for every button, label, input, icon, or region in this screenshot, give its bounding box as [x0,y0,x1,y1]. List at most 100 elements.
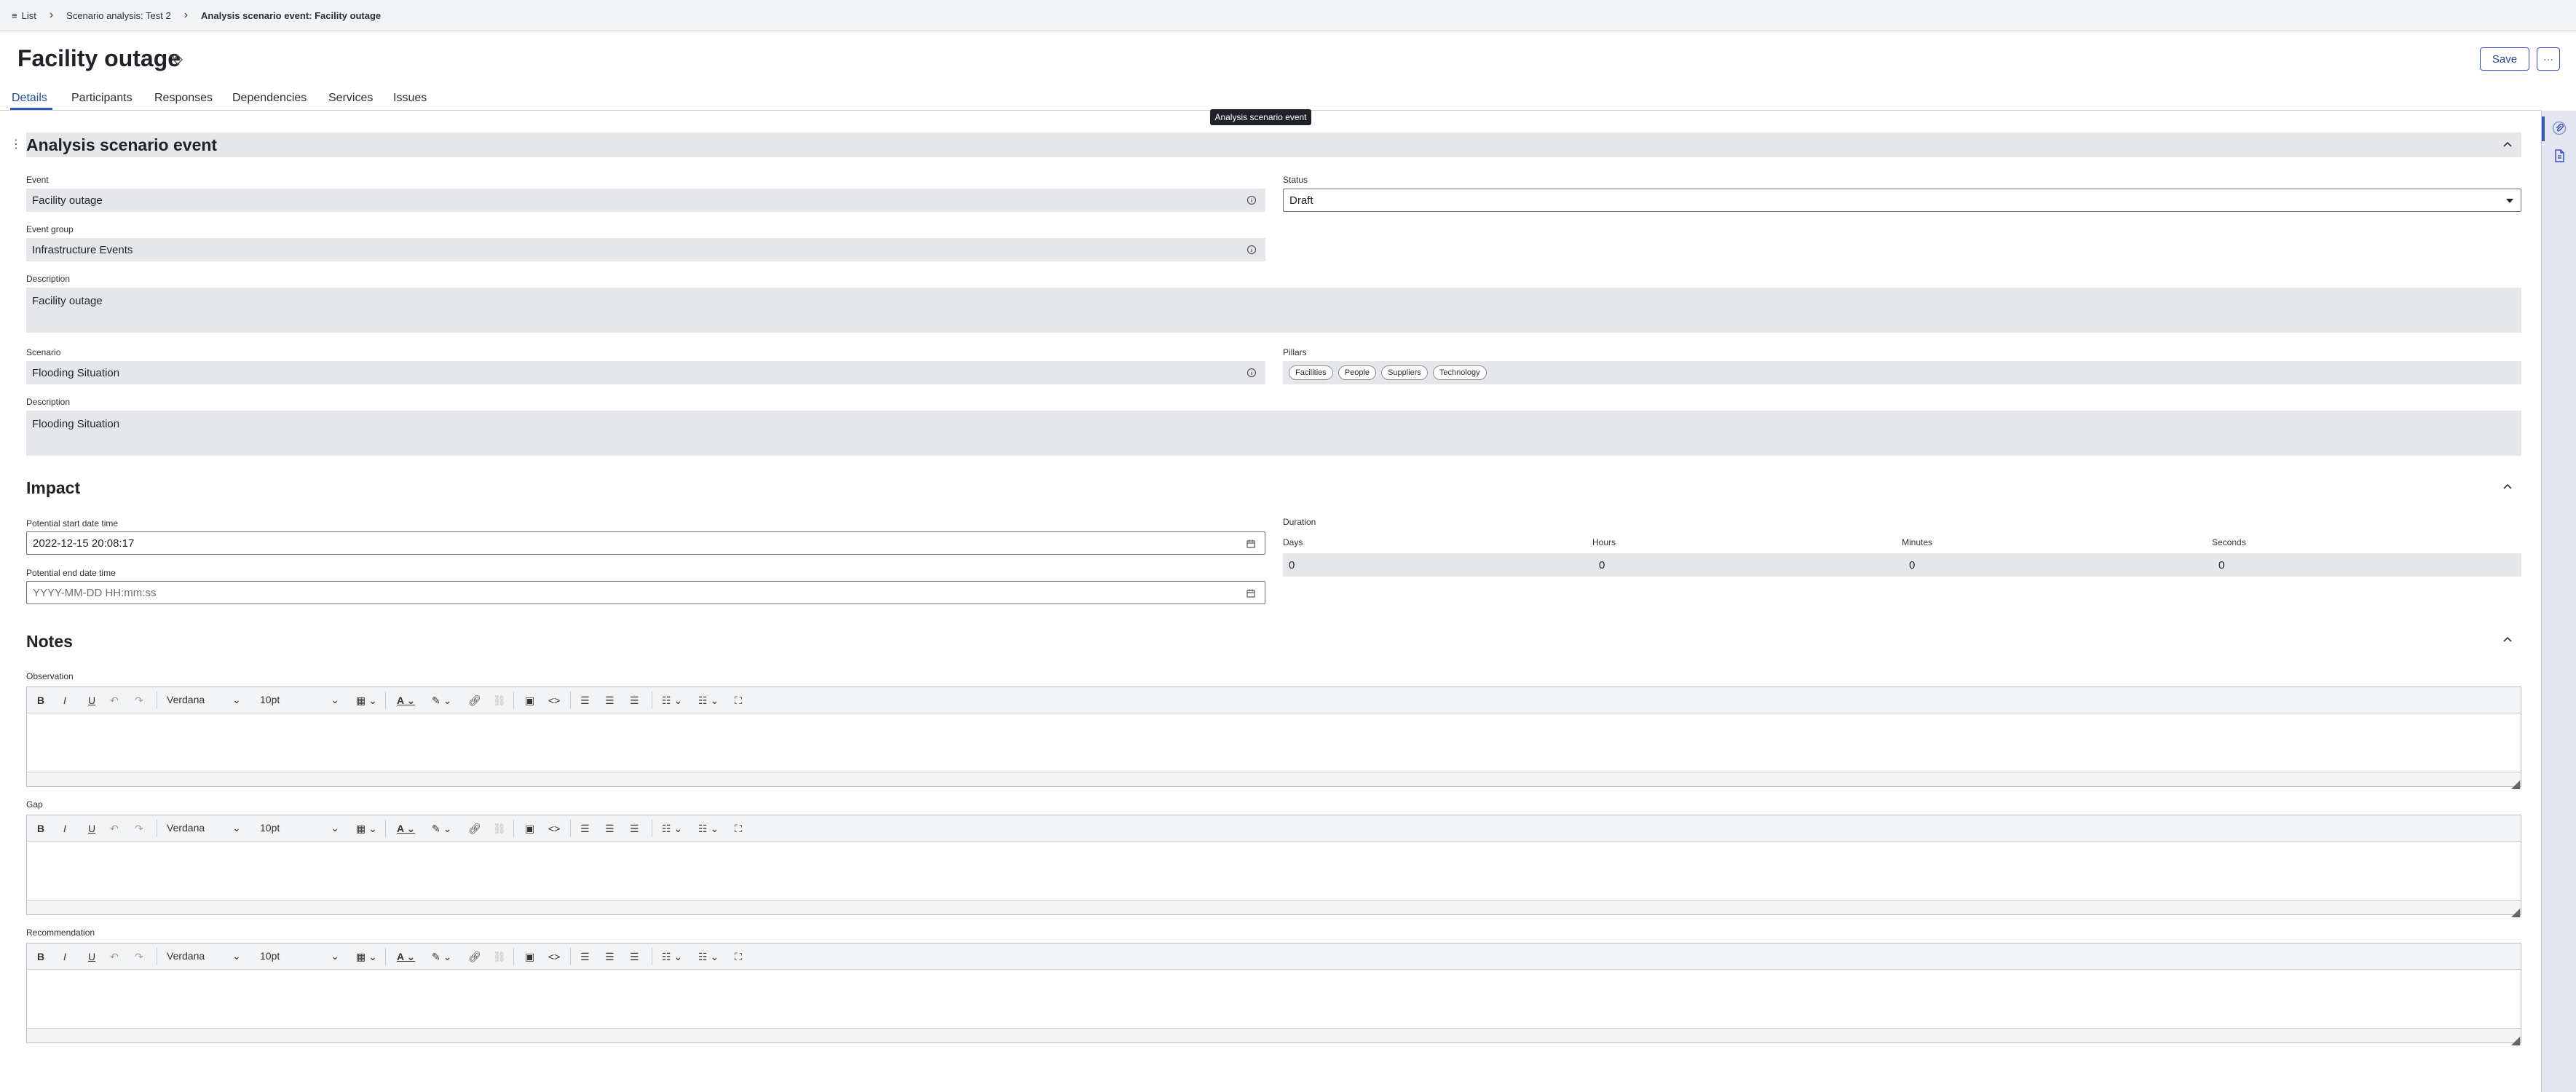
tab-dependencies[interactable]: Dependencies [232,92,307,105]
image-icon[interactable]: ▣ [525,821,534,836]
code-icon[interactable]: <> [548,949,560,964]
fullscreen-icon[interactable]: ⛶ [735,821,742,836]
undo-icon[interactable]: ↶ [110,949,119,964]
resize-handle-icon[interactable]: ◢ [2511,777,2520,791]
bullet-list-icon[interactable]: ☷ ⌄ [662,693,682,708]
calendar-icon[interactable] [1246,588,1256,598]
scenario-description-field[interactable]: Flooding Situation [26,411,2521,456]
font-family-select[interactable]: Verdana ⌄ [167,822,241,834]
underline-icon[interactable]: U [88,949,95,964]
days-field[interactable]: 0 [1283,553,1593,577]
undo-icon[interactable]: ↶ [110,821,119,836]
event-field[interactable]: Facility outage [26,189,1265,212]
highlight-color-icon[interactable]: ✎ ⌄ [432,693,451,708]
italic-icon[interactable]: I [63,821,66,836]
font-size-select[interactable]: 10pt ⌄ [260,950,339,962]
font-size-select[interactable]: 10pt ⌄ [260,694,339,706]
font-size-select[interactable]: 10pt ⌄ [260,822,339,834]
tag-icon[interactable] [172,54,183,66]
table-icon[interactable]: ▦ ⌄ [356,949,377,964]
drag-handle-icon[interactable]: ⋮ [10,137,22,151]
redo-icon[interactable]: ↷ [135,693,143,708]
unlink-icon[interactable]: ⛓︎ [493,693,506,708]
bullet-list-icon[interactable]: ☷ ⌄ [662,949,682,964]
numbered-list-icon[interactable]: ☷ ⌄ [698,693,719,708]
align-left-icon[interactable]: ☰ [580,693,590,708]
underline-icon[interactable]: U [88,693,95,708]
redo-icon[interactable]: ↷ [135,821,143,836]
breadcrumb-list-link[interactable]: ≡ List [12,10,36,21]
code-icon[interactable]: <> [548,821,560,836]
highlight-color-icon[interactable]: ✎ ⌄ [432,821,451,836]
pillar-chip[interactable]: Suppliers [1381,365,1428,380]
tab-issues[interactable]: Issues [393,92,427,105]
more-actions-button[interactable]: ··· [2537,47,2560,71]
info-icon[interactable] [1246,368,1257,378]
pillar-chip[interactable]: Technology [1432,365,1487,380]
status-select[interactable]: Draft [1283,189,2521,212]
align-left-icon[interactable]: ☰ [580,821,590,836]
fullscreen-icon[interactable]: ⛶ [735,949,742,964]
section-header-event[interactable] [26,132,2521,157]
minutes-field[interactable]: 0 [1903,553,2213,577]
redo-icon[interactable]: ↷ [135,949,143,964]
italic-icon[interactable]: I [63,949,66,964]
align-right-icon[interactable]: ☰ [630,949,639,964]
image-icon[interactable]: ▣ [525,949,534,964]
align-right-icon[interactable]: ☰ [630,821,639,836]
description-field[interactable]: Facility outage [26,288,2521,333]
text-color-icon[interactable]: A ⌄ [397,949,415,964]
code-icon[interactable]: <> [548,693,560,708]
link-icon[interactable]: 🔗︎ [468,949,481,964]
tab-services[interactable]: Services [328,92,373,105]
pillar-chip[interactable]: People [1338,365,1377,380]
document-icon[interactable] [2552,149,2567,163]
chevron-up-icon[interactable] [2502,481,2513,493]
editor-content[interactable] [27,713,2521,773]
tab-responses[interactable]: Responses [154,92,213,105]
align-center-icon[interactable]: ☰ [605,821,615,836]
seconds-field[interactable]: 0 [2213,553,2521,577]
numbered-list-icon[interactable]: ☷ ⌄ [698,949,719,964]
underline-icon[interactable]: U [88,821,95,836]
tab-details[interactable]: Details [12,92,47,105]
save-button[interactable]: Save [2480,47,2529,71]
fullscreen-icon[interactable]: ⛶ [735,693,742,708]
resize-handle-icon[interactable]: ◢ [2511,905,2520,919]
bullet-list-icon[interactable]: ☷ ⌄ [662,821,682,836]
unlink-icon[interactable]: ⛓︎ [493,821,506,836]
bold-icon[interactable]: B [37,693,44,708]
image-icon[interactable]: ▣ [525,693,534,708]
numbered-list-icon[interactable]: ☷ ⌄ [698,821,719,836]
breadcrumb-scenario-link[interactable]: Scenario analysis: Test 2 [66,10,171,21]
align-center-icon[interactable]: ☰ [605,949,615,964]
bold-icon[interactable]: B [37,821,44,836]
editor-content[interactable] [27,970,2521,1029]
text-color-icon[interactable]: A ⌄ [397,693,415,708]
text-color-icon[interactable]: A ⌄ [397,821,415,836]
font-family-select[interactable]: Verdana ⌄ [167,950,241,962]
resize-handle-icon[interactable]: ◢ [2511,1033,2520,1047]
paperclip-icon[interactable] [2552,121,2567,135]
align-center-icon[interactable]: ☰ [605,693,615,708]
end-datetime-input[interactable]: YYYY-MM-DD HH:mm:ss [26,581,1265,604]
link-icon[interactable]: 🔗︎ [468,821,481,836]
table-icon[interactable]: ▦ ⌄ [356,821,377,836]
italic-icon[interactable]: I [63,693,66,708]
align-left-icon[interactable]: ☰ [580,949,590,964]
start-datetime-input[interactable]: 2022-12-15 20:08:17 [26,531,1265,555]
bold-icon[interactable]: B [37,949,44,964]
undo-icon[interactable]: ↶ [110,693,119,708]
link-icon[interactable]: 🔗︎ [468,693,481,708]
chevron-up-icon[interactable] [2502,634,2513,646]
unlink-icon[interactable]: ⛓︎ [493,949,506,964]
tab-participants[interactable]: Participants [71,92,133,105]
info-icon[interactable] [1246,195,1257,205]
scenario-field[interactable]: Flooding Situation [26,361,1265,384]
align-right-icon[interactable]: ☰ [630,693,639,708]
chevron-up-icon[interactable] [2502,139,2513,151]
hours-field[interactable]: 0 [1593,553,1903,577]
highlight-color-icon[interactable]: ✎ ⌄ [432,949,451,964]
font-family-select[interactable]: Verdana ⌄ [167,694,241,706]
info-icon[interactable] [1246,245,1257,255]
